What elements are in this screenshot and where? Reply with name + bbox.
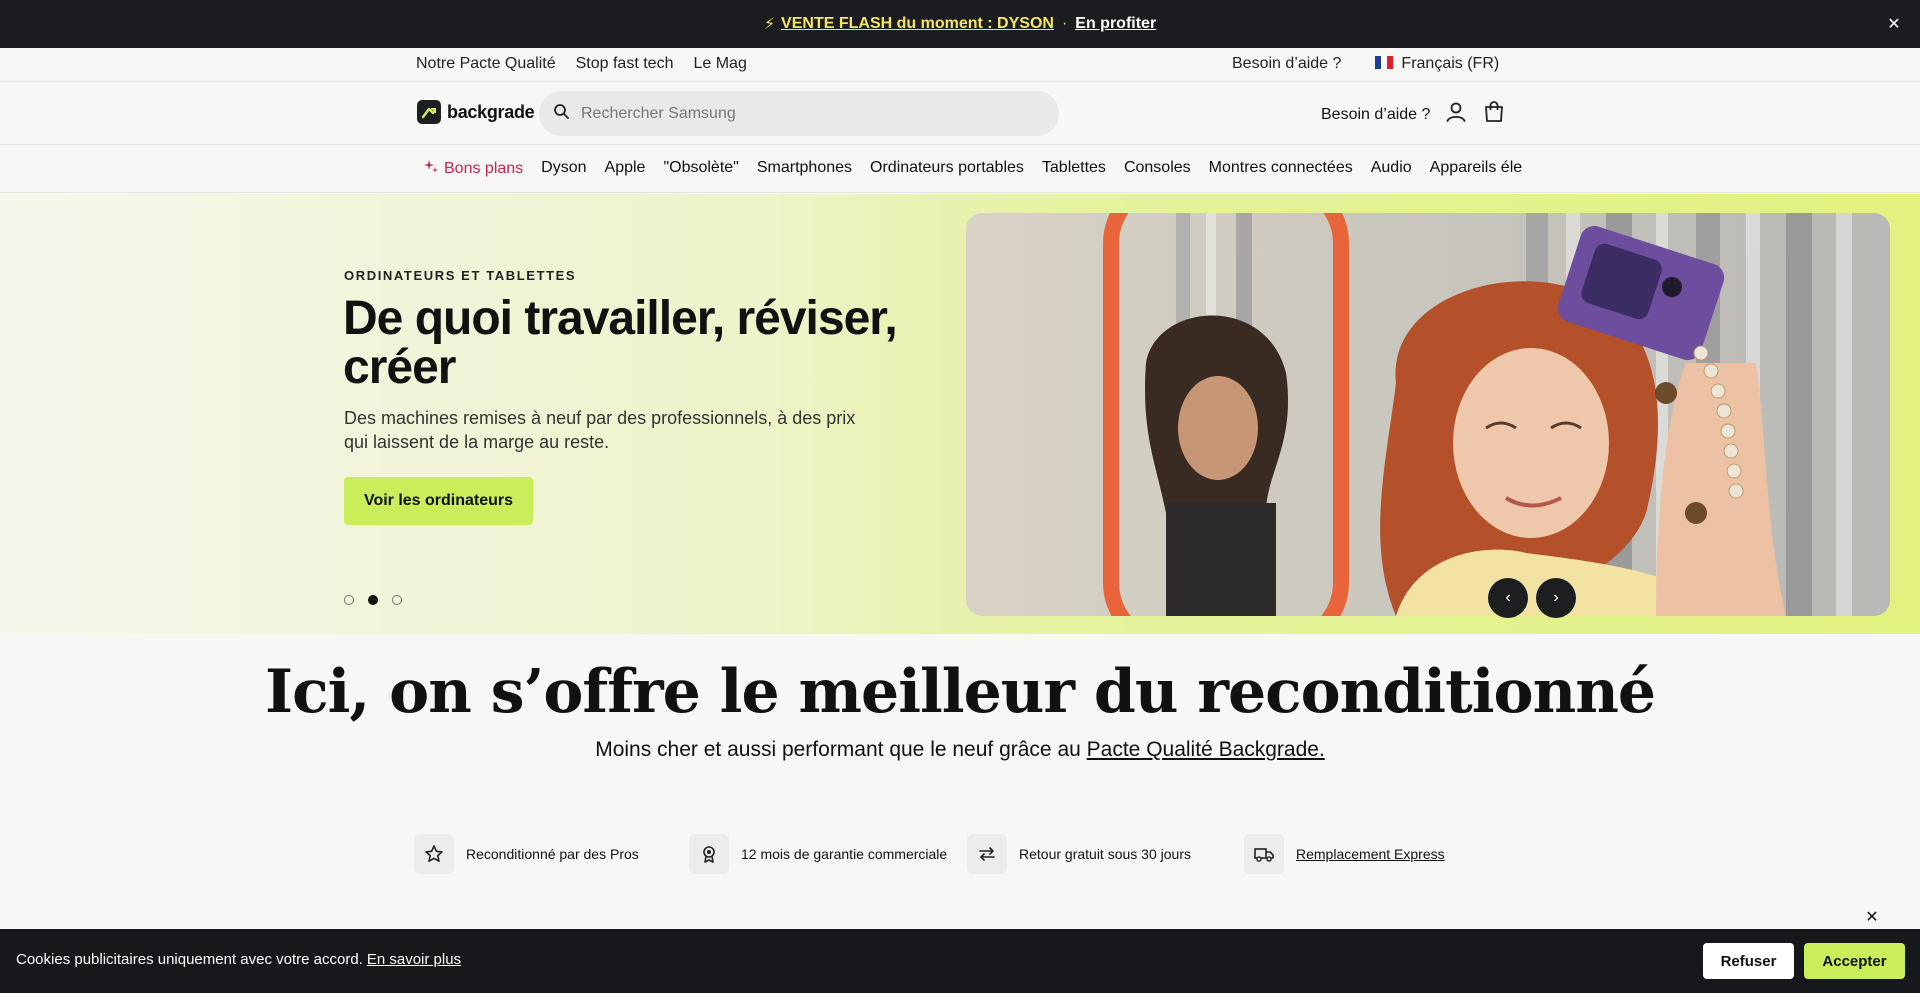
- category-consoles[interactable]: Consoles: [1124, 159, 1191, 178]
- cookie-message: Cookies publicitaires uniquement avec vo…: [16, 951, 461, 968]
- remplacement-express-link[interactable]: Remplacement Express: [1296, 846, 1445, 862]
- category-ordinateurs-portables[interactable]: Ordinateurs portables: [870, 159, 1024, 178]
- award-icon: [689, 834, 729, 874]
- tagline-subtitle: Moins cher et aussi performant que le ne…: [0, 738, 1920, 762]
- chevron-right-icon[interactable]: ›: [1536, 578, 1576, 618]
- star-icon: [414, 834, 454, 874]
- feature-label: 12 mois de garantie commerciale: [741, 846, 948, 862]
- logo-mark-icon: [417, 100, 441, 124]
- voir-les-ordinateurs-button[interactable]: Voir les ordinateurs: [344, 477, 533, 525]
- search-input[interactable]: [581, 104, 1021, 123]
- search-bar[interactable]: [539, 91, 1059, 136]
- category-apple[interactable]: Apple: [605, 159, 646, 178]
- category-bons-plans-label: Bons plans: [444, 159, 524, 177]
- close-icon[interactable]: ✕: [1861, 906, 1883, 928]
- features-row: Reconditionné par des Pros 12 mois de ga…: [414, 834, 1445, 874]
- announcement-separator: ·: [1061, 15, 1068, 32]
- hero-banner: ORDINATEURS ET TABLETTES De quoi travail…: [0, 194, 1920, 634]
- cookie-banner: Cookies publicitaires uniquement avec vo…: [0, 929, 1920, 993]
- category-obsolete[interactable]: "Obsolète": [663, 159, 738, 178]
- language-selector[interactable]: Français (FR): [1375, 55, 1499, 73]
- announcement-bar: ⚡ VENTE FLASH du moment : DYSON · En pro…: [0, 0, 1920, 48]
- cookie-message-text: Cookies publicitaires uniquement avec vo…: [16, 951, 363, 968]
- category-audio[interactable]: Audio: [1371, 159, 1412, 178]
- hero-image: [966, 213, 1890, 616]
- tagline-subtitle-text: Moins cher et aussi performant que le ne…: [595, 738, 1087, 761]
- en-profiter-link[interactable]: En profiter: [1075, 15, 1156, 33]
- carousel-dot-2[interactable]: [368, 595, 378, 605]
- accept-button[interactable]: Accepter: [1804, 943, 1905, 979]
- tagline-title: Ici, on s’offre le meilleur du reconditi…: [265, 657, 1656, 727]
- carousel-dot-3[interactable]: [392, 595, 402, 605]
- arrows-swap-icon: [967, 834, 1007, 874]
- category-tablettes[interactable]: Tablettes: [1042, 159, 1106, 178]
- logo[interactable]: backgrade: [417, 100, 535, 124]
- refuse-button[interactable]: Refuser: [1703, 943, 1794, 979]
- utility-link-pacte-qualite[interactable]: Notre Pacte Qualité: [416, 55, 556, 73]
- hero-description: Des machines remises à neuf par des prof…: [344, 408, 856, 452]
- utility-help-link[interactable]: Besoin d’aide ?: [1232, 55, 1341, 73]
- language-label: Français (FR): [1401, 55, 1500, 72]
- chevron-left-icon[interactable]: ‹: [1488, 578, 1528, 618]
- feature-item: Reconditionné par des Pros: [414, 834, 689, 874]
- france-flag-icon: [1375, 56, 1394, 69]
- category-bons-plans[interactable]: Bons plans: [424, 159, 523, 178]
- category-smartphones[interactable]: Smartphones: [757, 159, 852, 178]
- header-help-link[interactable]: Besoin d’aide ?: [1321, 106, 1430, 124]
- cart-icon[interactable]: [1482, 100, 1506, 129]
- logo-text: backgrade: [447, 101, 535, 122]
- feature-label: Retour gratuit sous 30 jours: [1019, 846, 1191, 862]
- main-header: backgrade Besoin d’aide ?: [0, 82, 1920, 145]
- pacte-qualite-link[interactable]: Pacte Qualité Backgrade.: [1087, 738, 1325, 761]
- truck-icon: [1244, 834, 1284, 874]
- lightning-icon: ⚡: [763, 16, 776, 33]
- close-icon[interactable]: ✕: [1882, 12, 1906, 36]
- flash-sale-link[interactable]: VENTE FLASH du moment : DYSON: [781, 15, 1054, 33]
- category-montres-connectees[interactable]: Montres connectées: [1209, 159, 1353, 178]
- feature-item: Remplacement Express: [1244, 834, 1445, 874]
- carousel-dot-1[interactable]: [344, 595, 354, 605]
- utility-nav: Notre Pacte Qualité Stop fast tech Le Ma…: [0, 48, 1920, 82]
- hero-eyebrow: ORDINATEURS ET TABLETTES: [344, 268, 577, 283]
- hero-title: De quoi travailler, réviser, créer: [343, 292, 898, 394]
- cookie-learn-more-link[interactable]: En savoir plus: [367, 951, 461, 968]
- search-icon: [553, 103, 569, 124]
- category-appareils-electromenagers[interactable]: Appareils électroménagers: [1430, 159, 1522, 178]
- feature-item: 12 mois de garantie commerciale: [689, 834, 967, 874]
- utility-link-stop-fast-tech[interactable]: Stop fast tech: [576, 55, 674, 73]
- utility-link-le-mag[interactable]: Le Mag: [693, 55, 746, 73]
- feature-item: Retour gratuit sous 30 jours: [967, 834, 1244, 874]
- sparkle-icon: [424, 159, 438, 178]
- category-dyson[interactable]: Dyson: [541, 159, 586, 178]
- carousel-dots: [344, 595, 402, 605]
- category-nav: Bons plans Dyson Apple "Obsolète" Smartp…: [0, 145, 1920, 193]
- user-icon[interactable]: [1444, 100, 1468, 129]
- feature-label: Reconditionné par des Pros: [466, 846, 639, 862]
